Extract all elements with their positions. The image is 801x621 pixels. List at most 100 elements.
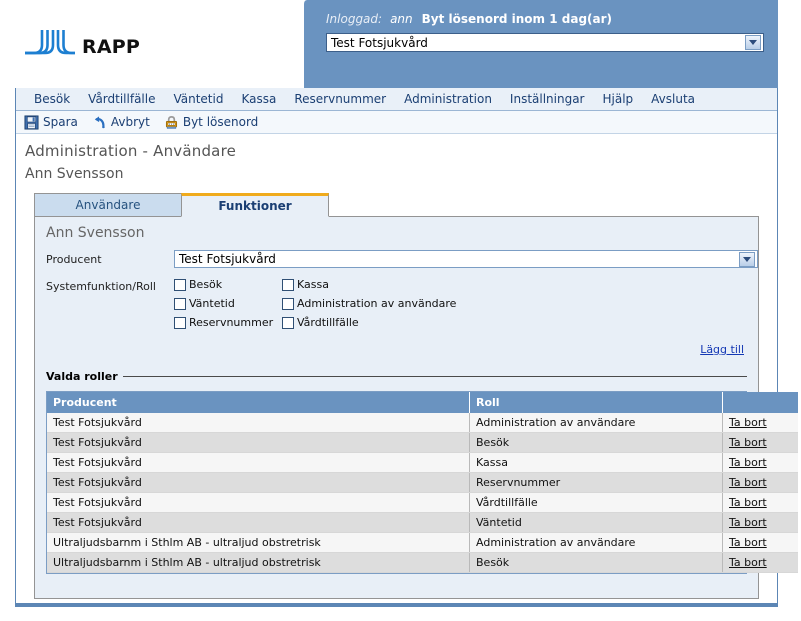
cell-producent: Test Fotsjukvård xyxy=(47,492,470,513)
lock-icon xyxy=(165,115,177,129)
cell-roll: Administration av användare xyxy=(469,532,723,553)
logged-in-label: Inloggad: xyxy=(326,12,383,26)
selected-roles-legend: Valda roller xyxy=(46,369,118,383)
cell-action: Ta bort xyxy=(722,432,798,453)
tab-funktioner[interactable]: Funktioner xyxy=(181,193,329,217)
table-row: Test Fotsjukvård Reservnummer Ta bort xyxy=(47,472,798,493)
undo-arrow-icon xyxy=(94,115,105,128)
tab-funktioner-label: Funktioner xyxy=(218,199,292,213)
change-password-button-label: Byt lösenord xyxy=(182,115,259,129)
menu-item-kassa[interactable]: Kassa xyxy=(232,90,285,108)
delete-role-link[interactable]: Ta bort xyxy=(729,476,767,489)
cell-action: Ta bort xyxy=(722,532,798,553)
delete-role-link[interactable]: Ta bort xyxy=(729,516,767,529)
checkbox-besok-box[interactable] xyxy=(174,278,186,291)
login-header-panel: Inloggad: ann Byt lösenord inom 1 dag(ar) … xyxy=(303,0,778,88)
action-toolbar: Spara Avbryt Byt lösenord xyxy=(16,111,777,134)
column-header-actions xyxy=(722,392,798,413)
checkbox-besok-label: Besök xyxy=(189,278,223,291)
panel-heading: Ann Svensson xyxy=(46,225,145,241)
logged-in-username: ann xyxy=(390,12,413,26)
delete-role-link[interactable]: Ta bort xyxy=(729,536,767,549)
delete-role-link[interactable]: Ta bort xyxy=(729,416,767,429)
table-row: Test Fotsjukvård Vårdtillfälle Ta bort xyxy=(47,492,798,513)
checkbox-reservnummer-label: Reservnummer xyxy=(189,316,274,329)
checkbox-reservnummer-box[interactable] xyxy=(174,316,186,329)
table-row: Test Fotsjukvård Väntetid Ta bort xyxy=(47,512,798,533)
page-title: Administration - Användare xyxy=(25,142,237,160)
delete-role-link[interactable]: Ta bort xyxy=(729,456,767,469)
cell-roll: Besök xyxy=(469,552,723,573)
checkbox-administration-av-anvandare[interactable]: Administration av användare xyxy=(282,297,456,310)
cell-producent: Test Fotsjukvård xyxy=(47,432,470,453)
chevron-down-icon[interactable] xyxy=(745,35,761,50)
selected-roles-legend-row: Valda roller xyxy=(46,369,747,383)
menu-item-hjalp[interactable]: Hjälp xyxy=(594,90,643,108)
producer-select[interactable]: Test Fotsjukvård xyxy=(174,250,758,268)
selected-roles-table: Producent Roll Test Fotsjukvård Administ… xyxy=(47,392,798,573)
save-button[interactable]: Spara xyxy=(22,114,80,131)
add-role-link[interactable]: Lägg till xyxy=(700,343,744,356)
cell-producent: Test Fotsjukvård xyxy=(47,512,470,533)
menu-item-besok[interactable]: Besök xyxy=(25,90,79,108)
menu-item-vardtillfalle[interactable]: Vårdtillfälle xyxy=(79,90,164,108)
delete-role-link[interactable]: Ta bort xyxy=(729,436,767,449)
jl-monogram-icon xyxy=(25,30,75,55)
checkbox-reservnummer[interactable]: Reservnummer xyxy=(174,316,282,329)
cell-producent: Test Fotsjukvård xyxy=(47,472,470,493)
cell-producent: Test Fotsjukvård xyxy=(47,413,470,433)
cancel-button-label: Avbryt xyxy=(110,115,150,129)
menu-item-vantetid[interactable]: Väntetid xyxy=(164,90,232,108)
cell-action: Ta bort xyxy=(722,552,798,573)
tab-anvandare-label: Användare xyxy=(75,198,141,212)
tab-anvandare[interactable]: Användare xyxy=(34,193,182,217)
cell-producent: Ultraljudsbarnm i Sthlm AB - ultraljud o… xyxy=(47,552,470,573)
legend-divider xyxy=(122,375,747,377)
login-status-line: Inloggad: ann Byt lösenord inom 1 dag(ar) xyxy=(326,12,612,26)
producer-select-value: Test Fotsjukvård xyxy=(179,252,276,266)
menu-item-reservnummer[interactable]: Reservnummer xyxy=(285,90,395,108)
brand-name: RAPP xyxy=(82,36,140,58)
delete-role-link[interactable]: Ta bort xyxy=(729,556,767,569)
table-row: Test Fotsjukvård Besök Ta bort xyxy=(47,432,798,453)
system-roles-label: Systemfunktion/Roll xyxy=(46,280,156,293)
password-expiry-warning: Byt lösenord inom 1 dag(ar) xyxy=(421,12,613,26)
checkbox-besok[interactable]: Besök xyxy=(174,278,282,291)
table-row: Ultraljudsbarnm i Sthlm AB - ultraljud o… xyxy=(47,532,798,553)
checkbox-vantetid[interactable]: Väntetid xyxy=(174,297,282,310)
table-header-row: Producent Roll xyxy=(47,392,798,413)
header-producer-select[interactable]: Test Fotsjukvård xyxy=(326,33,764,52)
menu-item-installningar[interactable]: Inställningar xyxy=(501,90,594,108)
checkbox-kassa-box[interactable] xyxy=(282,278,294,291)
column-header-roll: Roll xyxy=(469,392,723,413)
delete-role-link[interactable]: Ta bort xyxy=(729,496,767,509)
checkbox-vantetid-label: Väntetid xyxy=(189,297,235,310)
main-menu-bar: Besök Vårdtillfälle Väntetid Kassa Reser… xyxy=(16,88,777,111)
cell-action: Ta bort xyxy=(722,413,798,433)
table-row: Ultraljudsbarnm i Sthlm AB - ultraljud o… xyxy=(47,552,798,573)
producer-form-row: Producent Test Fotsjukvård xyxy=(35,241,758,268)
checkbox-vardtillfalle-label: Vårdtillfälle xyxy=(297,316,359,329)
cell-producent: Ultraljudsbarnm i Sthlm AB - ultraljud o… xyxy=(47,532,470,553)
tab-strip: Användare Funktioner xyxy=(34,191,777,217)
cell-action: Ta bort xyxy=(722,472,798,493)
checkbox-kassa[interactable]: Kassa xyxy=(282,278,456,291)
cell-action: Ta bort xyxy=(722,452,798,473)
menu-item-avsluta[interactable]: Avsluta xyxy=(642,90,704,108)
subject-name: Ann Svensson xyxy=(25,166,124,182)
chevron-down-icon[interactable] xyxy=(739,252,755,267)
checkbox-administration-av-anvandare-label: Administration av användare xyxy=(297,297,457,310)
checkbox-administration-av-anvandare-box[interactable] xyxy=(282,297,294,310)
selected-roles-table-wrapper: Producent Roll Test Fotsjukvård Administ… xyxy=(46,391,798,574)
menu-item-administration[interactable]: Administration xyxy=(395,90,501,108)
cancel-button[interactable]: Avbryt xyxy=(90,114,152,131)
cell-roll: Kassa xyxy=(469,452,723,473)
checkbox-vardtillfalle[interactable]: Vårdtillfälle xyxy=(282,316,456,329)
change-password-button[interactable]: Byt lösenord xyxy=(162,114,260,131)
checkbox-vardtillfalle-box[interactable] xyxy=(282,316,294,329)
save-floppy-icon xyxy=(24,114,39,130)
funktioner-tab-panel: Ann Svensson Producent Test Fotsjukvård … xyxy=(34,216,798,599)
save-button-label: Spara xyxy=(43,115,78,129)
checkbox-vantetid-box[interactable] xyxy=(174,297,186,310)
cell-action: Ta bort xyxy=(722,492,798,513)
